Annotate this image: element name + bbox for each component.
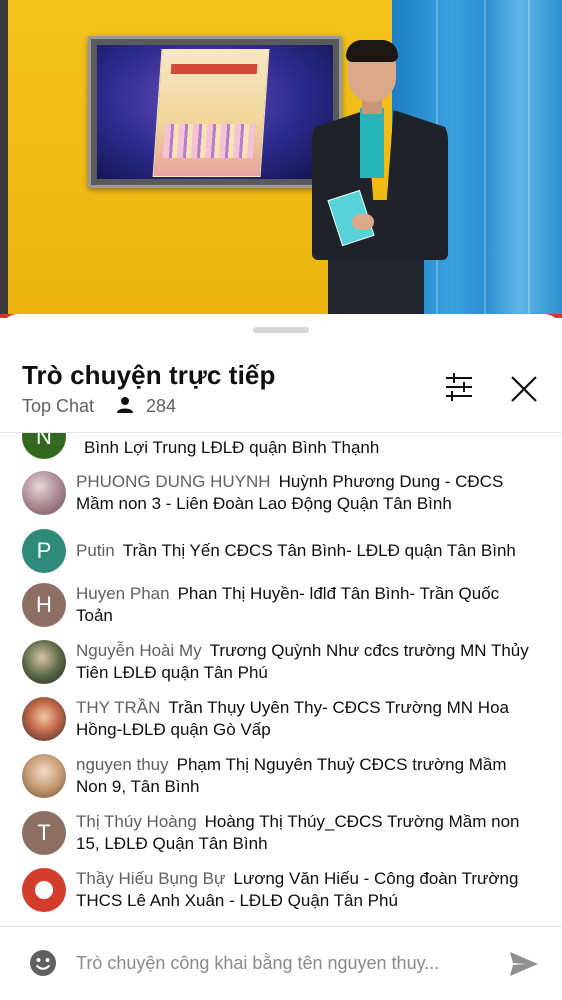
- avatar[interactable]: N: [22, 433, 66, 459]
- live-chat-panel: Trò chuyện trực tiếp Top Chat 284 N Bình…: [0, 314, 562, 1000]
- message-body: nguyen thuy Phạm Thị Nguyên Thuỷ CĐCS trư…: [76, 754, 538, 798]
- screen-content: [97, 45, 333, 179]
- message-body: Putin Trần Thị Yến CĐCS Tân Bình- LĐLĐ qu…: [76, 540, 538, 562]
- avatar[interactable]: [22, 754, 66, 798]
- news-anchor: [308, 40, 454, 316]
- wall-panel-line: [484, 0, 486, 314]
- message-author: Putin: [76, 541, 115, 560]
- drag-handle[interactable]: [253, 327, 309, 333]
- studio-screen: [88, 36, 342, 188]
- anchor-shirt: [360, 108, 384, 178]
- avatar[interactable]: [22, 640, 66, 684]
- message-body: Thầy Hiếu Bụng Bự Lương Văn Hiếu - Công đ…: [76, 868, 538, 912]
- chat-input[interactable]: [76, 948, 486, 978]
- avatar[interactable]: [22, 868, 66, 912]
- close-icon[interactable]: [507, 372, 541, 406]
- message-body: Nguyễn Hoài My Trương Quỳnh Như cđcs trườ…: [76, 640, 538, 684]
- avatar[interactable]: [22, 471, 66, 515]
- message-author: Nguyễn Hoài My: [76, 641, 202, 660]
- message-author: Huyen Phan: [76, 584, 170, 603]
- message-body: PHUONG DUNG HUYNH Huỳnh Phương Dung - CĐC…: [76, 471, 538, 515]
- message-body: Huyen Phan Phan Thị Huyền- lđlđ Tân Bình-…: [76, 583, 538, 627]
- person-icon: [117, 397, 133, 413]
- avatar[interactable]: H: [22, 583, 66, 627]
- avatar[interactable]: [22, 697, 66, 741]
- chat-mode-selector[interactable]: Top Chat: [22, 396, 94, 417]
- message-author: PHUONG DUNG HUYNH: [76, 472, 271, 491]
- avatar[interactable]: T: [22, 811, 66, 855]
- message-body: THY TRẦN Trần Thụy Uyên Thy- CĐCS Trường …: [76, 697, 538, 741]
- chat-title: Trò chuyện trực tiếp: [22, 360, 276, 390]
- message-text: Trần Thị Yến CĐCS Tân Bình- LĐLĐ quận Tâ…: [122, 541, 516, 560]
- screen-poster: [152, 49, 270, 177]
- message-author: nguyen thuy: [76, 755, 169, 774]
- message-author: Thị Thúy Hoàng: [76, 812, 197, 831]
- message-body: Bình Lợi Trung LĐLĐ quận Bình Thạnh: [76, 437, 538, 459]
- emoji-icon[interactable]: [28, 948, 58, 978]
- send-icon[interactable]: [508, 950, 540, 978]
- message-author: THY TRẦN: [76, 698, 161, 717]
- studio-edge: [0, 0, 8, 318]
- avatar[interactable]: P: [22, 529, 66, 573]
- video-player[interactable]: [0, 0, 562, 318]
- anchor-legs: [328, 256, 424, 316]
- message-author: Thầy Hiếu Bụng Bự: [76, 869, 226, 888]
- sliders-icon[interactable]: [442, 372, 476, 402]
- anchor-hair: [346, 40, 398, 62]
- wall-panel-line: [528, 0, 530, 314]
- input-divider: [0, 926, 562, 927]
- anchor-hand: [352, 214, 374, 230]
- message-body: Thị Thúy Hoàng Hoàng Thị Thúy_CĐCS Trường…: [76, 811, 538, 855]
- viewer-count: 284: [146, 396, 177, 416]
- message-text: Bình Lợi Trung LĐLĐ quận Bình Thạnh: [84, 438, 380, 457]
- chat-message-list[interactable]: N Bình Lợi Trung LĐLĐ quận Bình Thạnh PH…: [0, 433, 562, 926]
